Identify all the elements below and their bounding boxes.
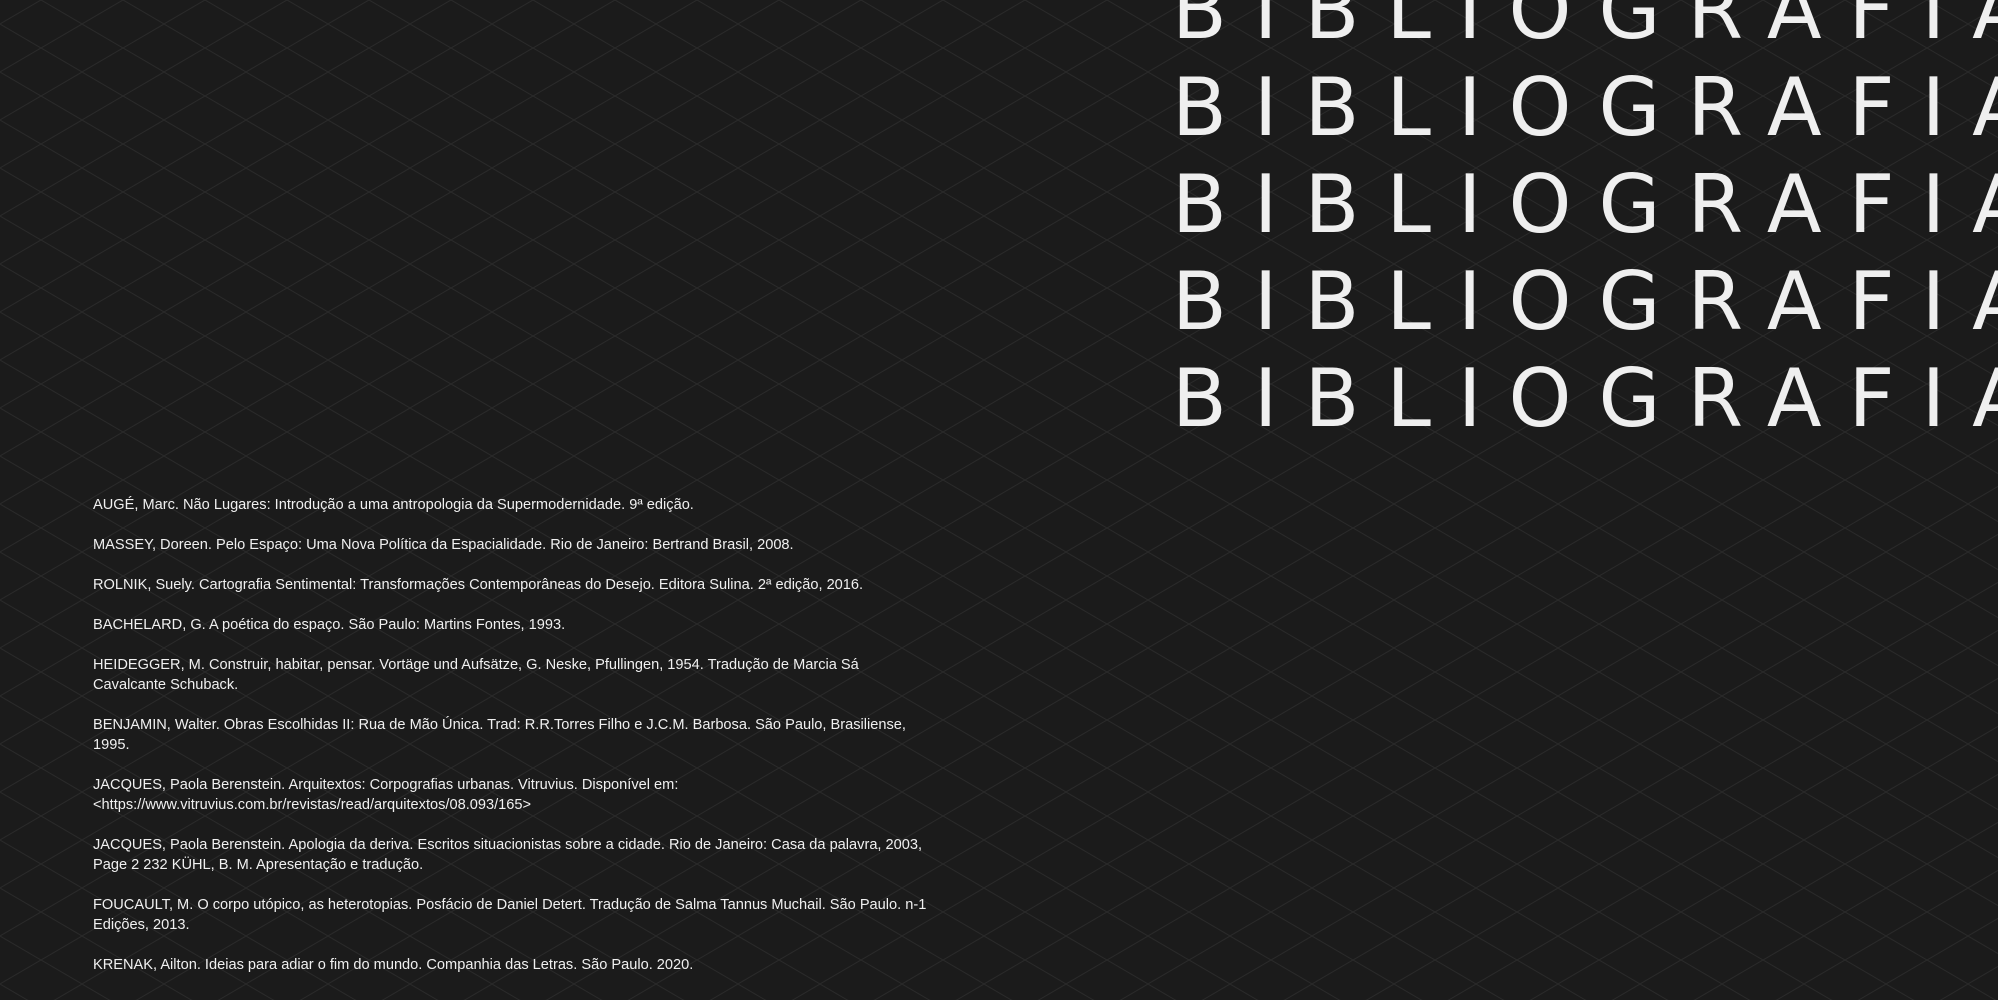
reference-item: BENJAMIN, Walter. Obras Escolhidas II: R… <box>93 717 906 753</box>
reference-item: ROLNIK, Suely. Cartografia Sentimental: … <box>93 577 864 593</box>
reference-item: HEIDEGGER, M. Construir, habitar, pensar… <box>93 657 859 693</box>
reference-item: FOUCAULT, M. O corpo utópico, as heterot… <box>93 897 927 933</box>
heading-line: BIBLIOGRAFIA <box>1172 352 1998 445</box>
reference-list: AUGÉ, Marc. Não Lugares: Introdução a um… <box>93 495 933 995</box>
reference-item: AUGÉ, Marc. Não Lugares: Introdução a um… <box>93 497 694 513</box>
reference-item: JACQUES, Paola Berenstein. Arquitextos: … <box>93 777 679 813</box>
reference-item: KRENAK, Ailton. Ideias para adiar o fim … <box>93 957 694 973</box>
heading-line: BIBLIOGRAFIA <box>1172 158 1998 251</box>
heading-line: BIBLIOGRAFIA <box>1172 255 1998 348</box>
bibliography-heading: BIBLIOGRAFIA BIBLIOGRAFIA BIBLIOGRAFIA B… <box>1172 0 1998 447</box>
reference-item: BACHELARD, G. A poética do espaço. São P… <box>93 617 566 633</box>
heading-line: BIBLIOGRAFIA <box>1172 61 1998 154</box>
reference-item: JACQUES, Paola Berenstein. Apologia da d… <box>93 837 923 873</box>
reference-item: MASSEY, Doreen. Pelo Espaço: Uma Nova Po… <box>93 537 794 553</box>
heading-line: BIBLIOGRAFIA <box>1172 0 1998 57</box>
